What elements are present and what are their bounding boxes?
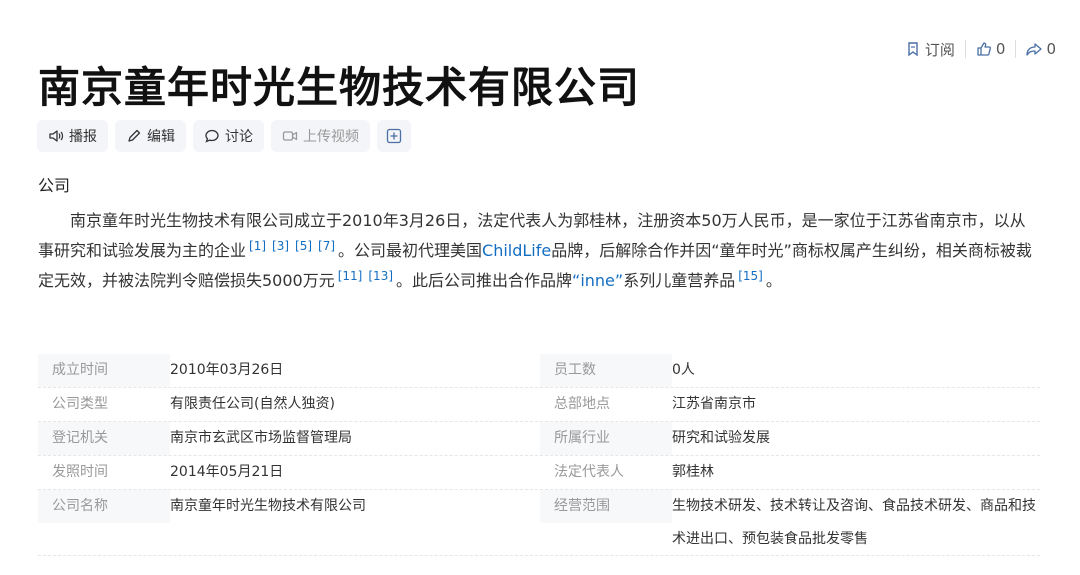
summary-paragraph: 南京童年时光生物技术有限公司成立于2010年3月26日，法定代表人为郭桂林，注册…: [38, 206, 1036, 296]
summary-text: 。此后公司推出合作品牌: [396, 271, 573, 290]
info-row: 员工数 0人: [540, 354, 1040, 388]
info-key: 经营范围: [540, 490, 672, 523]
info-key: 员工数: [540, 354, 672, 387]
reference-link[interactable]: [11]: [335, 269, 366, 283]
share-icon: [1026, 43, 1043, 56]
info-value: 南京市玄武区市场监督管理局: [170, 430, 352, 446]
discuss-label: 讨论: [225, 129, 253, 145]
info-row: 所属行业 研究和试验发展: [540, 422, 1040, 456]
chat-bubble-icon: [205, 129, 219, 143]
edit-button[interactable]: 编辑: [115, 120, 186, 152]
subscribe-button[interactable]: 订阅: [895, 39, 965, 60]
info-value: 2014年05月21日: [170, 464, 284, 480]
share-count: 0: [1046, 40, 1056, 58]
info-key: 法定代表人: [554, 464, 624, 480]
info-row: 总部地点 江苏省南京市: [540, 388, 1040, 422]
info-value: 有限责任公司(自然人独资): [170, 396, 335, 412]
edit-label: 编辑: [147, 129, 175, 145]
info-row: 经营范围 生物技术研发、技术转让及咨询、食品技术研发、商品和技术进出口、预包装食…: [540, 490, 1040, 556]
info-key: 所属行业: [540, 422, 672, 455]
info-value: 2010年03月26日: [170, 362, 284, 378]
info-row: 成立时间 2010年03月26日: [38, 354, 538, 388]
subscribe-label: 订阅: [924, 40, 955, 59]
share-button[interactable]: 0: [1016, 40, 1066, 58]
info-key: 公司名称: [38, 490, 170, 523]
category-label: 公司: [38, 176, 71, 195]
reference-link[interactable]: [13]: [365, 269, 396, 283]
thumbs-up-icon: [977, 42, 991, 56]
bookmark-icon: [908, 42, 918, 57]
video-camera-icon: [282, 131, 298, 141]
speaker-icon: [49, 130, 64, 142]
broadcast-button[interactable]: 播报: [37, 120, 108, 152]
info-key: 总部地点: [554, 396, 610, 412]
info-value: 0人: [672, 362, 695, 378]
childlife-link[interactable]: ChildLife: [482, 241, 551, 260]
info-key: 成立时间: [38, 354, 170, 387]
inne-link[interactable]: “inne”: [572, 271, 623, 290]
info-value: 南京童年时光生物技术有限公司: [170, 498, 366, 514]
like-button[interactable]: 0: [966, 40, 1016, 58]
info-row: 发照时间 2014年05月21日: [38, 456, 538, 490]
reference-link[interactable]: [3]: [269, 239, 292, 253]
header-actions: 订阅 0 0: [895, 38, 1066, 60]
info-row: 公司名称 南京童年时光生物技术有限公司: [38, 490, 538, 556]
toolbar: 播报 编辑 讨论 上传视频: [37, 120, 411, 152]
basic-info-left-column: 成立时间 2010年03月26日 公司类型 有限责任公司(自然人独资) 登记机关…: [38, 354, 538, 556]
info-key: 发照时间: [52, 464, 108, 480]
info-value: 生物技术研发、技术转让及咨询、食品技术研发、商品和技术进出口、预包装食品批发零售: [672, 498, 1036, 547]
broadcast-label: 播报: [69, 129, 97, 145]
summary-text: 。: [765, 271, 782, 290]
info-row: 法定代表人 郭桂林: [540, 456, 1040, 490]
info-value: 郭桂林: [672, 464, 714, 480]
discuss-button[interactable]: 讨论: [193, 120, 264, 152]
info-row: 登记机关 南京市玄武区市场监督管理局: [38, 422, 538, 456]
summary-text: 系列儿童营养品: [623, 271, 736, 290]
add-button[interactable]: [377, 120, 411, 152]
reference-link[interactable]: [7]: [315, 239, 338, 253]
summary-text: 。公司最初代理美国: [338, 241, 483, 260]
basic-info-right-column: 员工数 0人 总部地点 江苏省南京市 所属行业 研究和试验发展 法定代表人 郭桂…: [540, 354, 1040, 556]
info-value: 江苏省南京市: [672, 396, 756, 412]
upload-video-button[interactable]: 上传视频: [271, 120, 370, 152]
reference-link[interactable]: [5]: [292, 239, 315, 253]
page-title: 南京童年时光生物技术有限公司: [38, 63, 641, 112]
info-value: 研究和试验发展: [672, 430, 770, 446]
reference-link[interactable]: [15]: [735, 269, 766, 283]
info-key: 公司类型: [52, 396, 108, 412]
pencil-icon: [128, 129, 141, 142]
reference-link[interactable]: [1]: [246, 239, 269, 253]
info-row: 公司类型 有限责任公司(自然人独资): [38, 388, 538, 422]
like-count: 0: [995, 40, 1006, 58]
info-key: 登记机关: [38, 422, 170, 455]
plus-square-icon: [386, 128, 402, 144]
upload-video-label: 上传视频: [303, 129, 359, 145]
